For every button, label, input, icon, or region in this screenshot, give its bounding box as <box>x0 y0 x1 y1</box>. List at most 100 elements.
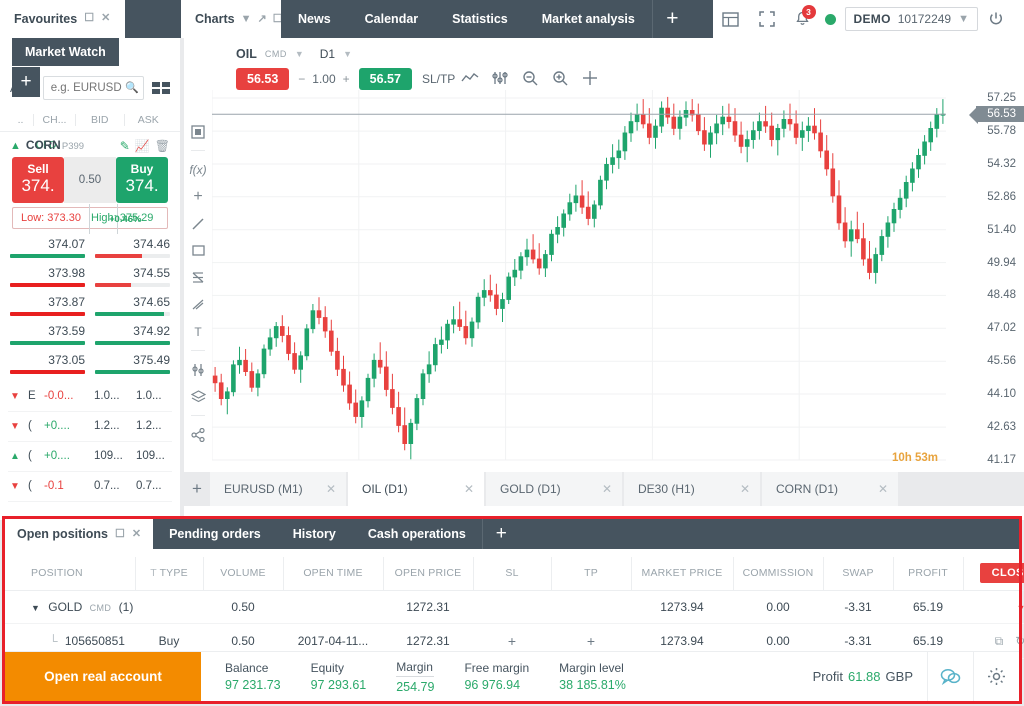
tab-open-positions[interactable]: Open positions ☐ ✕ <box>5 519 153 549</box>
share-icon[interactable] <box>184 421 212 448</box>
fullscreen-icon[interactable] <box>749 0 785 38</box>
line-chart-icon[interactable] <box>455 71 485 87</box>
chart-tab-corn[interactable]: CORN (D1) ✕ <box>762 472 898 506</box>
tab-market-analysis[interactable]: Market analysis <box>525 0 652 38</box>
sltp-button[interactable]: SL/TP <box>422 72 455 86</box>
decrement-icon[interactable]: − <box>298 72 305 86</box>
add-instrument-button[interactable]: + <box>12 67 40 97</box>
account-selector[interactable]: DEMO 10172249 ▼ <box>845 7 978 31</box>
text-icon[interactable]: T <box>184 318 212 345</box>
add-icon[interactable]: + <box>184 183 212 210</box>
list-item[interactable]: ▼ E -0.0... 1.0... 1.0... <box>8 382 172 412</box>
logout-icon[interactable] <box>978 0 1014 38</box>
col-market-price[interactable]: MARKET PRICE <box>631 557 733 591</box>
col-open-time[interactable]: OPEN TIME <box>283 557 383 591</box>
rectangle-icon[interactable] <box>184 237 212 264</box>
col-volume[interactable]: VOLUME <box>203 557 283 591</box>
increment-icon[interactable]: + <box>343 72 350 86</box>
col-tp[interactable]: TP <box>551 557 631 591</box>
settings-gear-icon[interactable] <box>973 652 1019 701</box>
list-item[interactable]: ▼ ( +0.... 1.2... 1.2... <box>8 412 172 442</box>
add-tab-button[interactable]: + <box>652 0 692 38</box>
layers-icon[interactable] <box>184 383 212 410</box>
add-tp-icon[interactable]: + <box>587 633 595 649</box>
collapse-icon[interactable]: ▲ <box>10 140 21 152</box>
col-sl[interactable]: SL <box>473 557 551 591</box>
chart-tab-gold[interactable]: GOLD (D1) ✕ <box>486 472 622 506</box>
group-symbol-cell[interactable]: ▼ GOLD CMD (1) <box>5 591 135 624</box>
chevron-down-icon[interactable]: ▼ <box>958 14 969 25</box>
list-item[interactable]: ▼ ( -0.1 0.7... 0.7... <box>8 472 172 502</box>
buy-button[interactable]: Buy 374. <box>116 157 168 203</box>
search-input[interactable] <box>43 76 144 100</box>
measure-icon[interactable] <box>184 356 212 383</box>
open-real-account-button[interactable]: Open real account <box>5 652 201 701</box>
close-all-button[interactable]: CLOSE ▼ <box>980 563 1024 583</box>
close-icon[interactable]: ✕ <box>740 482 750 496</box>
close-icon[interactable]: ✕ <box>101 13 110 24</box>
close-icon[interactable]: ✕ <box>464 482 474 496</box>
tab-history[interactable]: History <box>277 519 352 549</box>
expand-icon[interactable]: ▼ <box>1017 603 1024 613</box>
edit-icon[interactable]: ✎ <box>120 139 130 153</box>
close-icon[interactable]: ✕ <box>878 482 888 496</box>
chart-tab-oil[interactable]: OIL (D1) ✕ <box>348 472 484 506</box>
chat-icon[interactable] <box>927 652 973 701</box>
collapse-icon[interactable]: ▼ <box>31 603 40 613</box>
indicators-icon[interactable] <box>485 71 515 88</box>
col-swap[interactable]: SWAP <box>823 557 893 591</box>
chart-sell-button[interactable]: 56.53 <box>236 68 289 90</box>
close-icon[interactable]: ✕ <box>602 482 612 496</box>
col-position[interactable]: POSITION <box>5 557 135 591</box>
duplicate-icon[interactable]: ⧉ <box>995 634 1004 649</box>
tab-pending-orders[interactable]: Pending orders <box>153 519 277 549</box>
col-open-price[interactable]: OPEN PRICE <box>383 557 473 591</box>
zoom-in-icon[interactable] <box>545 70 575 89</box>
chevron-down-icon[interactable]: ▼ <box>241 14 252 25</box>
list-item[interactable]: ▲ ( +0.... 109... 109... <box>8 442 172 472</box>
chart-timeframe[interactable]: D1 <box>320 47 335 61</box>
chart-icon[interactable]: 📈 <box>135 139 150 153</box>
chart-tab-de30[interactable]: DE30 (H1) ✕ <box>624 472 760 506</box>
popout-icon[interactable]: ↗ <box>257 14 266 25</box>
fibonacci-icon[interactable] <box>184 264 212 291</box>
tab-statistics[interactable]: Statistics <box>435 0 525 38</box>
add-sl-icon[interactable]: + <box>508 633 516 649</box>
notifications-icon[interactable]: 3 <box>785 0 821 38</box>
trash-icon[interactable]: 🗑 <box>155 139 170 153</box>
close-icon[interactable]: ✕ <box>132 529 141 540</box>
tab-calendar[interactable]: Calendar <box>348 0 436 38</box>
close-icon[interactable]: ✕ <box>326 482 336 496</box>
rollover-icon[interactable]: ↻ <box>1015 634 1024 648</box>
pitchfork-icon[interactable] <box>184 291 212 318</box>
chart-buy-button[interactable]: 56.57 <box>359 68 412 90</box>
chart-tab-eurusd[interactable]: EURUSD (M1) ✕ <box>210 472 346 506</box>
chevron-down-icon[interactable]: ▼ <box>343 49 352 59</box>
chart-volume-stepper[interactable]: − 1.00 + <box>289 72 358 86</box>
ladder-bid: 373.05 <box>10 353 85 374</box>
filter-icon[interactable]: T <box>150 567 156 579</box>
add-panel-tab-button[interactable]: + <box>482 519 520 549</box>
volume-input[interactable]: 0.50 <box>64 157 116 203</box>
function-icon[interactable]: f(x) <box>184 156 212 183</box>
chart-plot-area[interactable]: 57.2555.7854.3252.8651.4049.9448.4847.02… <box>212 90 1024 486</box>
col-commission[interactable]: COMMISSION <box>733 557 823 591</box>
table-row-group[interactable]: ▼ GOLD CMD (1) 0.50 1272.31 1273.94 0.00… <box>5 591 1024 624</box>
chart-type-icon[interactable] <box>184 118 212 145</box>
tab-cash-operations[interactable]: Cash operations <box>352 519 482 549</box>
col-profit[interactable]: PROFIT <box>893 557 963 591</box>
tab-news[interactable]: News <box>281 0 348 38</box>
zoom-out-icon[interactable] <box>515 70 545 89</box>
sell-button[interactable]: Sell 374. <box>12 157 64 203</box>
col-type[interactable]: T TYPE <box>135 557 203 591</box>
grid-view-icon[interactable] <box>152 82 170 94</box>
add-chart-button[interactable]: + <box>184 472 210 506</box>
tab-favourites[interactable]: Favourites ☐ ✕ <box>0 0 125 38</box>
layout-icon[interactable] <box>713 0 749 38</box>
maximize-icon[interactable]: ☐ <box>115 529 125 540</box>
trendline-icon[interactable] <box>184 210 212 237</box>
chevron-down-icon[interactable]: ▼ <box>295 49 304 59</box>
maximize-icon[interactable]: ☐ <box>84 13 94 24</box>
crosshair-icon[interactable] <box>575 70 605 89</box>
tab-charts[interactable]: Charts ▼ ↗ ☐ ✕ <box>181 0 281 38</box>
